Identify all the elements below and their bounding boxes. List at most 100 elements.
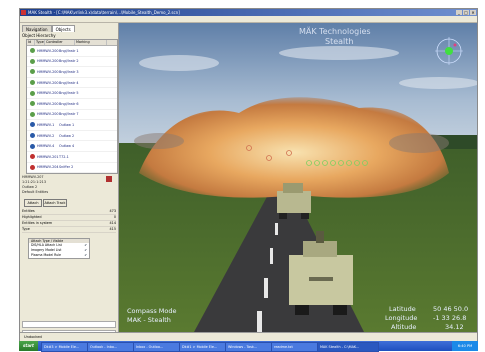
table-row[interactable]: HMMWV-200 Bngl/Instr 6 xyxy=(27,99,117,110)
row-value: 415 xyxy=(109,227,116,231)
entity-type-icon xyxy=(30,133,35,139)
table-row[interactable]: HMMWV-200 Bngl/Instr 3 xyxy=(27,67,117,78)
marking-cell: Bngl/Instr 1 xyxy=(59,48,79,53)
col-controller[interactable]: Controller xyxy=(45,40,75,45)
mode-label: Compass Mode xyxy=(127,307,177,315)
controller-cell: HMMWV-201 xyxy=(37,154,59,159)
table-row[interactable]: HMMWV-200 Bngl/Instr 4 xyxy=(27,78,117,89)
controller-cell: HMMWV-2 xyxy=(37,133,55,138)
entity-type-icon xyxy=(30,58,35,64)
table-row[interactable]: HMMWV-200 Bngl/Instr 5 xyxy=(27,88,117,99)
tab-navigation[interactable]: Navigation xyxy=(22,25,52,32)
panel-tabs: Navigation Objects xyxy=(22,25,75,32)
col-marking[interactable]: Marking xyxy=(75,40,107,45)
row-value: 0 xyxy=(113,215,116,219)
attach-button[interactable]: Attach xyxy=(24,199,42,207)
marking-cell: Sniffer 2 xyxy=(59,165,74,170)
entity-color-icon xyxy=(106,176,112,182)
taskbar: start Dk#3 > Mobile Ele... Outlook - Inb… xyxy=(19,341,478,352)
controller-cell: HMMWV-200 xyxy=(37,59,59,64)
minimize-button[interactable]: _ xyxy=(456,10,462,15)
window-controls: _ □ ✕ xyxy=(456,10,476,15)
entity-type-icon xyxy=(30,80,35,86)
app-label: MAK - Stealth xyxy=(127,316,171,324)
table-row[interactable]: HMMWV-206Sniffer 3 xyxy=(27,173,117,174)
controller-cell: HMMWV-200 xyxy=(37,112,59,117)
table-row[interactable]: HMMWV-204 Sniffer 2 xyxy=(27,163,117,173)
app-icon xyxy=(21,10,26,15)
marking-cell: Bngl/Instr 3 xyxy=(59,69,79,74)
table-row[interactable]: HMMWV-2 Outlaw 2 xyxy=(27,131,117,142)
col-id[interactable]: Id xyxy=(27,40,35,45)
controller-cell: HMMWV-4 xyxy=(37,144,55,149)
controller-cell: HMMWV-200 xyxy=(37,91,59,96)
menu-bar: File View Scenario View Mode Models Opti… xyxy=(20,16,477,32)
row-value: 414 xyxy=(109,221,116,225)
title-bar[interactable]: MAK Stealth - [C:\MAK\vrlink3.x\data\ter… xyxy=(20,9,477,16)
marking-cell: Outlaw 2 xyxy=(59,133,75,138)
object-panel: Navigation Objects Object Hierarchy Id T… xyxy=(20,23,119,341)
info-line: Default Entities xyxy=(22,190,49,194)
controller-cell: HMMWV-1 xyxy=(37,122,55,127)
marking-cell: T72-1 xyxy=(59,154,69,159)
longitude-value: -1 33 26.8 xyxy=(433,314,467,322)
list-rows: HMMWV-200 Bngl/Instr 1 HMMWV-200 Bngl/Instr… xyxy=(27,46,117,174)
marking-cell: Bngl/Instr 6 xyxy=(59,101,79,106)
close-button[interactable]: ✕ xyxy=(470,10,476,15)
entity-type-icon xyxy=(30,164,35,170)
col-type[interactable]: Type xyxy=(35,40,45,45)
controller-cell: HMMWV-204 xyxy=(37,165,59,170)
table-row[interactable]: HMMWV-200 Bngl/Instr 2 xyxy=(27,57,117,68)
entity-type-icon xyxy=(30,143,35,149)
marking-cell: Outlaw 1 xyxy=(59,122,75,127)
entity-type-icon xyxy=(30,122,35,128)
row-label: Highlighted xyxy=(22,215,42,219)
altitude-label: Altitude xyxy=(391,323,417,331)
entities-title: Entities xyxy=(22,209,35,213)
object-list[interactable]: Id Type Controller Marking HMMWV-200 Bngl… xyxy=(26,39,118,174)
table-row[interactable]: HMMWV-201 T72-1 xyxy=(27,152,117,163)
marking-cell: Bngl/Instr 4 xyxy=(59,80,79,85)
section-title: Object Hierarchy xyxy=(22,33,56,38)
watermark-line2: Stealth xyxy=(325,37,354,46)
altitude-value: 34.12 xyxy=(445,323,464,331)
option-label: Plasma Model Rule xyxy=(31,253,62,257)
longitude-label: Longitude xyxy=(385,314,418,322)
marking-cell: Bngl/Instr 7 xyxy=(59,112,79,117)
entity-type-icon xyxy=(30,48,35,54)
app-window: MAK Stealth - [C:\MAK\vrlink3.x\data\ter… xyxy=(19,8,478,342)
table-row[interactable]: HMMWV-200 Bngl/Instr 7 xyxy=(27,110,117,121)
entities-row: Type 415 xyxy=(22,227,116,233)
text-field[interactable] xyxy=(22,321,116,328)
3d-viewport[interactable]: MÄK Technologies Stealth Compass Mode MA… xyxy=(119,23,477,332)
table-row[interactable]: HMMWV-1 Outlaw 1 xyxy=(27,120,117,131)
entities-section: Entities 473 Highlighted 0 Entities in s… xyxy=(22,209,116,233)
table-row[interactable]: HMMWV-4 Outlaw 4 xyxy=(27,141,117,152)
latitude-label: Latitude xyxy=(389,305,416,313)
maximize-button[interactable]: □ xyxy=(463,10,469,15)
entity-type-icon xyxy=(30,90,35,96)
option-checkbox[interactable]: ✔ xyxy=(84,253,89,258)
tab-objects[interactable]: Objects xyxy=(51,25,75,32)
table-row[interactable]: HMMWV-200 Bngl/Instr 1 xyxy=(27,46,117,57)
entities-count: 473 xyxy=(109,209,116,213)
entity-type-icon xyxy=(30,111,35,117)
controller-cell: HMMWV-200 xyxy=(37,48,59,53)
scene xyxy=(119,23,477,332)
watermark-line1: MÄK Technologies xyxy=(299,27,371,36)
attach-track-button[interactable]: Attach Track xyxy=(43,199,67,207)
status-text: Undocked xyxy=(24,335,42,339)
entity-type-icon xyxy=(30,69,35,75)
system-clock[interactable]: 6:40 PM xyxy=(452,341,478,351)
options-row[interactable]: Plasma Model Rule ✔ xyxy=(29,253,89,258)
marking-cell: Outlaw 4 xyxy=(59,144,75,149)
start-button[interactable]: start xyxy=(19,341,38,351)
selected-info: HMMWV-207 1:21:21:1:213 Outlaw 2 Default… xyxy=(22,175,116,195)
controller-cell: HMMWV-200 xyxy=(37,69,59,74)
controller-cell: HMMWV-200 xyxy=(37,101,59,106)
row-label: Type xyxy=(22,227,30,231)
entity-type-icon xyxy=(30,101,35,107)
marking-cell: Bngl/Instr 2 xyxy=(59,59,79,64)
row-label: Entities in system xyxy=(22,221,53,225)
options-table: Attach Type / Visible DIS/HLA Attach Lis… xyxy=(28,238,90,259)
